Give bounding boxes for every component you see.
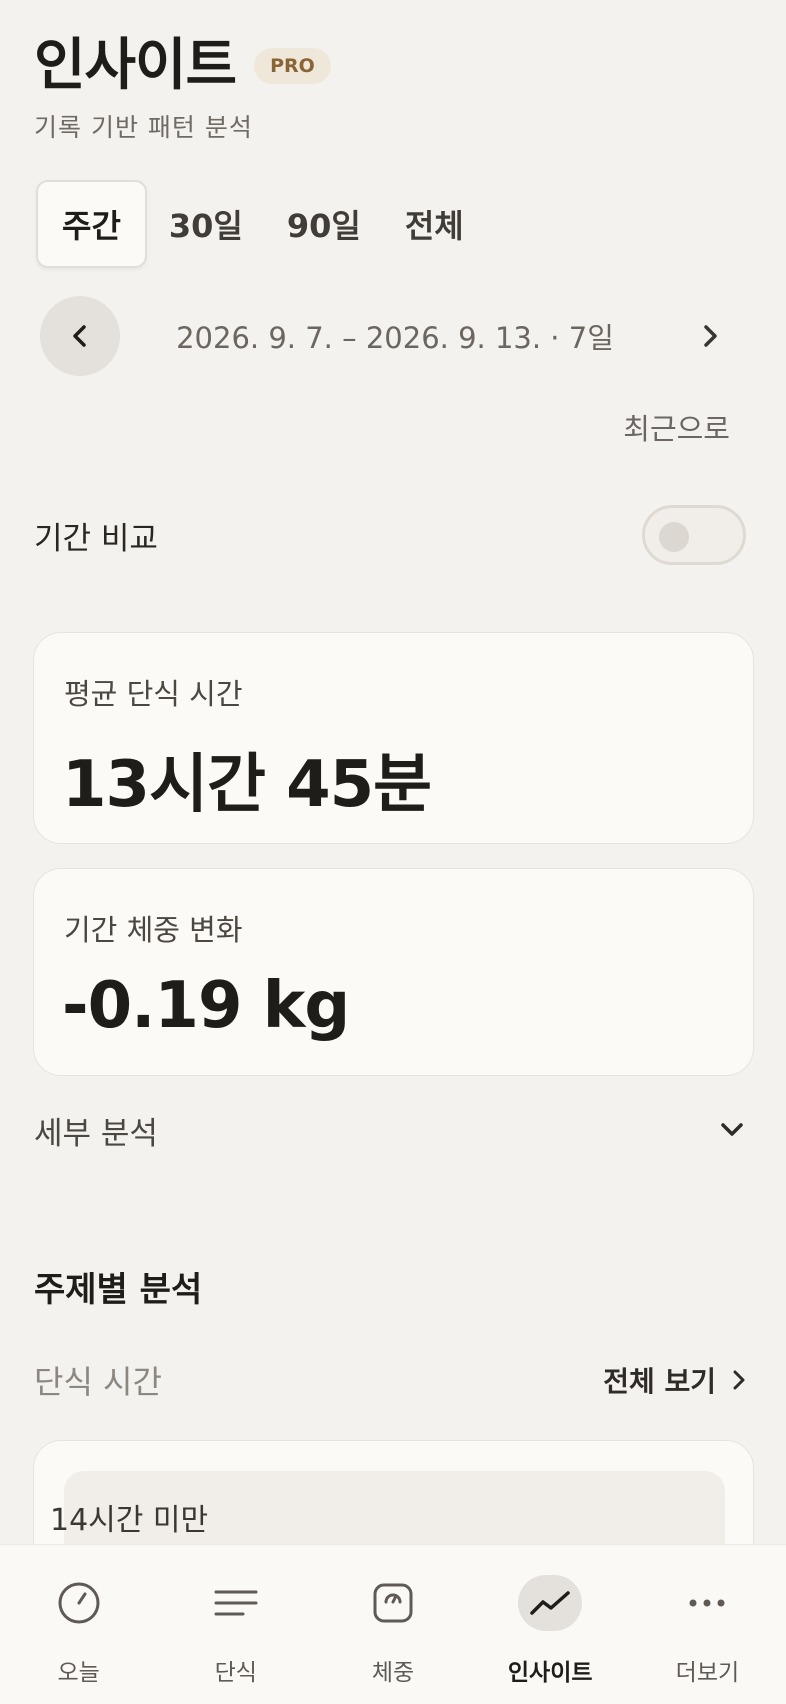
nav-more[interactable]: 더보기 <box>629 1545 786 1704</box>
chevron-right-icon <box>733 1370 745 1390</box>
tab-weekly[interactable]: 주간 <box>36 180 147 268</box>
chevron-right-icon <box>704 325 717 347</box>
page-title: 인사이트 <box>34 33 237 98</box>
previous-period-button[interactable] <box>40 296 120 376</box>
nav-icon-holder <box>361 1575 425 1631</box>
nav-today[interactable]: 오늘 <box>0 1545 157 1704</box>
nav-fasting[interactable]: 단식 <box>157 1545 314 1704</box>
nav-icon-holder <box>675 1575 739 1631</box>
weight-change-value: -0.19 kg <box>62 969 350 1043</box>
nav-icon-holder <box>47 1575 111 1631</box>
compare-row: 기간 비교 <box>34 500 746 570</box>
tab-all[interactable]: 전체 <box>383 180 486 268</box>
more-icon <box>689 1599 725 1607</box>
nav-insights[interactable]: 인사이트 <box>472 1545 629 1704</box>
bucket-label: 14시간 미만 <box>50 1503 209 1538</box>
trend-icon <box>530 1591 570 1615</box>
detail-analysis-label: 세부 분석 <box>34 1115 158 1152</box>
nav-today-label: 오늘 <box>57 1660 100 1686</box>
scale-icon <box>373 1583 413 1623</box>
view-all-label: 전체 보기 <box>603 1365 716 1398</box>
avg-fasting-label: 평균 단식 시간 <box>64 677 243 711</box>
chevron-down-icon <box>721 1123 743 1136</box>
date-navigator: 2026. 9. 7. – 2026. 9. 13. · 7일 <box>40 296 750 376</box>
detail-analysis-toggle[interactable]: 세부 분석 <box>34 1100 746 1160</box>
nav-icon-holder <box>204 1575 268 1631</box>
tab-30-days[interactable]: 30일 <box>147 180 265 268</box>
compare-toggle[interactable] <box>642 505 746 565</box>
nav-more-label: 더보기 <box>675 1660 740 1686</box>
avg-fasting-card: 평균 단식 시간 13시간 45분 <box>33 632 754 844</box>
compare-label: 기간 비교 <box>34 520 158 557</box>
next-period-button[interactable] <box>670 296 750 376</box>
weight-change-card: 기간 체중 변화 -0.19 kg <box>33 868 754 1076</box>
nav-icon-holder <box>518 1575 583 1631</box>
fasting-time-subsection: 단식 시간 전체 보기 <box>34 1350 746 1410</box>
period-tabs: 주간 30일 90일 전체 <box>36 180 486 268</box>
weight-change-label: 기간 체중 변화 <box>64 913 243 947</box>
bottom-navigation: 오늘 단식 체중 인사이트 더보기 <box>0 1544 786 1704</box>
avg-fasting-value: 13시간 45분 <box>62 748 432 822</box>
nav-fasting-label: 단식 <box>214 1660 257 1686</box>
tab-90-days[interactable]: 90일 <box>265 180 383 268</box>
view-all-button[interactable]: 전체 보기 <box>603 1360 746 1400</box>
pro-badge: PRO <box>254 48 331 84</box>
chevron-left-icon <box>73 325 86 347</box>
toggle-knob <box>659 522 689 552</box>
nav-weight[interactable]: 체중 <box>314 1545 471 1704</box>
nav-weight-label: 체중 <box>371 1660 415 1686</box>
date-range: 2026. 9. 7. – 2026. 9. 13. · 7일 <box>176 321 614 355</box>
header: 인사이트 PRO 기록 기반 패턴 분석 <box>34 34 752 144</box>
title-row: 인사이트 PRO <box>34 34 752 98</box>
page-subtitle: 기록 기반 패턴 분석 <box>34 113 253 142</box>
jump-to-recent-link[interactable]: 최근으로 <box>623 406 730 448</box>
clock-icon <box>58 1582 100 1624</box>
lines-icon <box>214 1590 258 1616</box>
nav-insights-label: 인사이트 <box>507 1660 593 1686</box>
insights-screen: 인사이트 PRO 기록 기반 패턴 분석 주간 30일 90일 전체 2026.… <box>0 0 786 1704</box>
topics-section-title: 주제별 분석 <box>34 1270 203 1310</box>
fasting-time-label: 단식 시간 <box>34 1363 162 1401</box>
